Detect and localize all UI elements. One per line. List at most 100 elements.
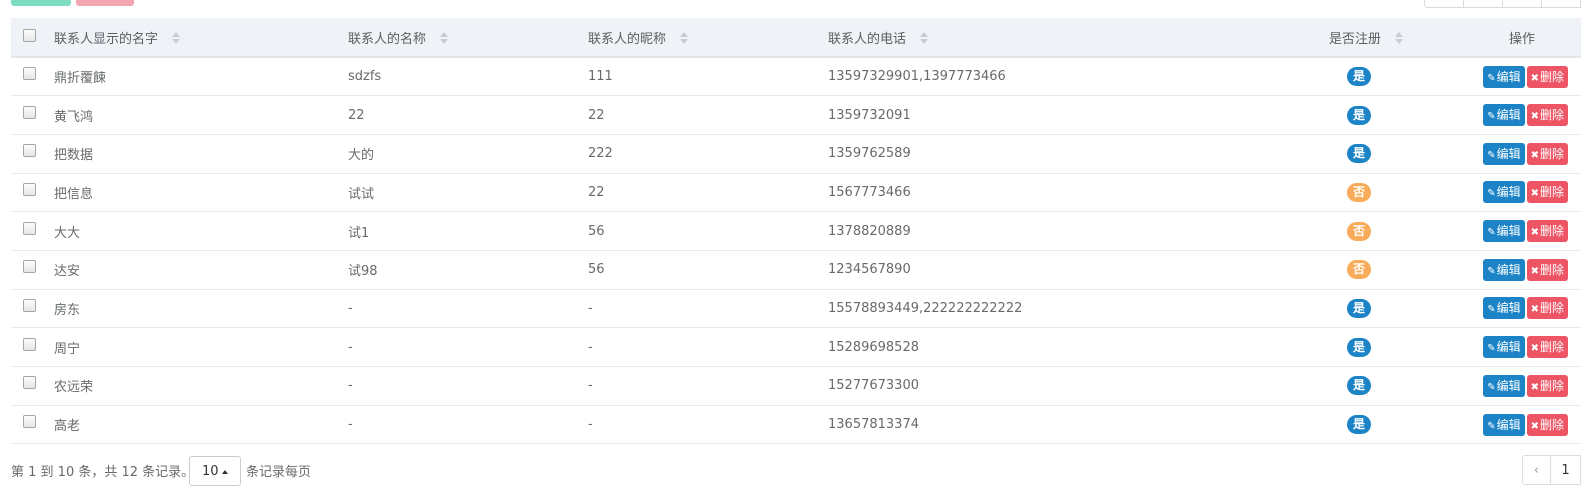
edit-button[interactable]: ✎编辑 xyxy=(1483,104,1525,127)
cell-registered: 是 xyxy=(1261,327,1411,367)
cell-display-name: 农远荣 xyxy=(54,366,348,406)
cell-nickname: - xyxy=(588,289,828,329)
cell-display-name: 高老 xyxy=(54,405,348,445)
edit-button[interactable]: ✎编辑 xyxy=(1483,65,1525,88)
delete-button[interactable]: ✖删除 xyxy=(1526,374,1568,397)
toolbar-button[interactable] xyxy=(1424,0,1464,8)
toolbar-button[interactable] xyxy=(1542,0,1581,8)
cell-actions: ✎编辑 ✖删除 xyxy=(1411,211,1581,251)
cell-nickname: - xyxy=(588,327,828,367)
column-header-registered[interactable]: 是否注册 xyxy=(1261,18,1411,58)
delete-label: 删除 xyxy=(1539,340,1564,355)
close-icon: ✖ xyxy=(1530,420,1539,432)
edit-button[interactable]: ✎编辑 xyxy=(1483,336,1525,359)
cell-phone: 1567773466 xyxy=(828,173,1261,213)
edit-icon: ✎ xyxy=(1487,381,1496,393)
delete-button[interactable]: ✖删除 xyxy=(1526,104,1568,127)
edit-button[interactable]: ✎编辑 xyxy=(1483,181,1525,204)
cell-nickname: 22 xyxy=(588,95,828,135)
sort-icon[interactable] xyxy=(680,31,689,45)
sort-icon[interactable] xyxy=(920,31,929,45)
delete-button[interactable]: ✖删除 xyxy=(1526,65,1568,88)
column-header-display-name[interactable]: 联系人显示的名字 xyxy=(54,18,348,58)
cell-display-name: 大大 xyxy=(54,211,348,251)
cell-display-name: 达安 xyxy=(54,250,348,290)
edit-button[interactable]: ✎编辑 xyxy=(1483,374,1525,397)
row-checkbox[interactable] xyxy=(23,105,36,119)
cell-actions: ✎编辑 ✖删除 xyxy=(1411,57,1581,97)
close-icon: ✖ xyxy=(1530,343,1539,355)
row-checkbox[interactable] xyxy=(23,298,36,312)
row-select-cell xyxy=(11,250,54,290)
edit-button[interactable]: ✎编辑 xyxy=(1483,297,1525,320)
row-checkbox[interactable] xyxy=(23,144,36,158)
row-checkbox[interactable] xyxy=(23,67,36,81)
delete-button[interactable]: ✖删除 xyxy=(1526,258,1568,281)
edit-button[interactable]: ✎编辑 xyxy=(1483,220,1525,243)
edit-icon: ✎ xyxy=(1487,111,1496,123)
registered-badge: 是 xyxy=(1347,298,1371,318)
edit-button[interactable]: ✎编辑 xyxy=(1483,413,1525,436)
sort-icon[interactable] xyxy=(1395,31,1403,45)
edit-button[interactable]: ✎编辑 xyxy=(1483,142,1525,165)
close-icon: ✖ xyxy=(1530,381,1539,393)
row-checkbox[interactable] xyxy=(23,221,36,235)
select-all-checkbox[interactable] xyxy=(23,28,36,42)
add-button[interactable] xyxy=(11,0,71,6)
toolbar-button[interactable] xyxy=(1464,0,1503,8)
edit-label: 编辑 xyxy=(1496,340,1521,355)
page-size-dropdown[interactable]: 10 xyxy=(189,456,241,486)
pagination-prev-button[interactable]: ‹ xyxy=(1522,455,1551,485)
cell-registered: 否 xyxy=(1261,250,1411,290)
close-icon: ✖ xyxy=(1530,72,1539,84)
close-icon: ✖ xyxy=(1530,227,1539,239)
edit-label: 编辑 xyxy=(1496,146,1521,161)
edit-icon: ✎ xyxy=(1487,304,1496,316)
delete-button[interactable]: ✖删除 xyxy=(1526,413,1568,436)
registered-badge: 否 xyxy=(1347,260,1371,280)
row-select-cell xyxy=(11,211,54,251)
cell-actions: ✎编辑 ✖删除 xyxy=(1411,366,1581,406)
column-header-nickname[interactable]: 联系人的昵称 xyxy=(588,18,828,58)
cell-registered: 是 xyxy=(1261,366,1411,406)
column-header-label: 是否注册 xyxy=(1328,31,1381,47)
edit-label: 编辑 xyxy=(1496,378,1521,393)
delete-button[interactable]: ✖删除 xyxy=(1526,220,1568,243)
delete-label: 删除 xyxy=(1539,301,1564,316)
edit-label: 编辑 xyxy=(1496,262,1521,277)
batch-delete-button[interactable] xyxy=(76,0,134,6)
edit-label: 编辑 xyxy=(1496,301,1521,316)
edit-button[interactable]: ✎编辑 xyxy=(1483,258,1525,281)
delete-button[interactable]: ✖删除 xyxy=(1526,142,1568,165)
delete-button[interactable]: ✖删除 xyxy=(1526,297,1568,320)
edit-label: 编辑 xyxy=(1496,108,1521,123)
row-checkbox[interactable] xyxy=(23,182,36,196)
toolbar-button[interactable] xyxy=(1503,0,1542,8)
row-checkbox[interactable] xyxy=(23,376,36,390)
registered-badge: 是 xyxy=(1347,105,1371,125)
row-checkbox[interactable] xyxy=(23,415,36,429)
table-row: 达安 试98 56 1234567890 否 ✎编辑 ✖删除 xyxy=(11,250,1581,290)
column-header-label: 联系人显示的名字 xyxy=(54,31,159,47)
row-checkbox[interactable] xyxy=(23,337,36,351)
table-header-row: 联系人显示的名字 联系人的名称 联系人的昵称 联系人的电话 是否注册 操作 xyxy=(11,18,1581,58)
column-header-phone[interactable]: 联系人的电话 xyxy=(828,18,1261,58)
pagination-page-button[interactable]: 1 xyxy=(1551,455,1581,485)
sort-icon[interactable] xyxy=(440,31,449,45)
registered-badge: 否 xyxy=(1347,221,1371,241)
pagination-summary: 第 1 到 10 条，共 12 条记录。 xyxy=(11,465,195,480)
edit-icon: ✎ xyxy=(1487,188,1496,200)
edit-icon: ✎ xyxy=(1487,227,1496,239)
sort-icon[interactable] xyxy=(172,31,181,45)
table-row: 房东 - - 15578893449,222222222222 是 ✎编辑 ✖删除 xyxy=(11,289,1581,329)
cell-registered: 是 xyxy=(1261,289,1411,329)
pagination: ‹ 1 xyxy=(1522,455,1581,485)
row-checkbox[interactable] xyxy=(23,260,36,274)
edit-icon: ✎ xyxy=(1487,420,1496,432)
delete-button[interactable]: ✖删除 xyxy=(1526,181,1568,204)
table-row: 农远荣 - - 15277673300 是 ✎编辑 ✖删除 xyxy=(11,366,1581,406)
delete-button[interactable]: ✖删除 xyxy=(1526,336,1568,359)
page-size-value: 10 xyxy=(202,464,219,479)
column-header-name[interactable]: 联系人的名称 xyxy=(348,18,588,58)
cell-actions: ✎编辑 ✖删除 xyxy=(1411,95,1581,135)
